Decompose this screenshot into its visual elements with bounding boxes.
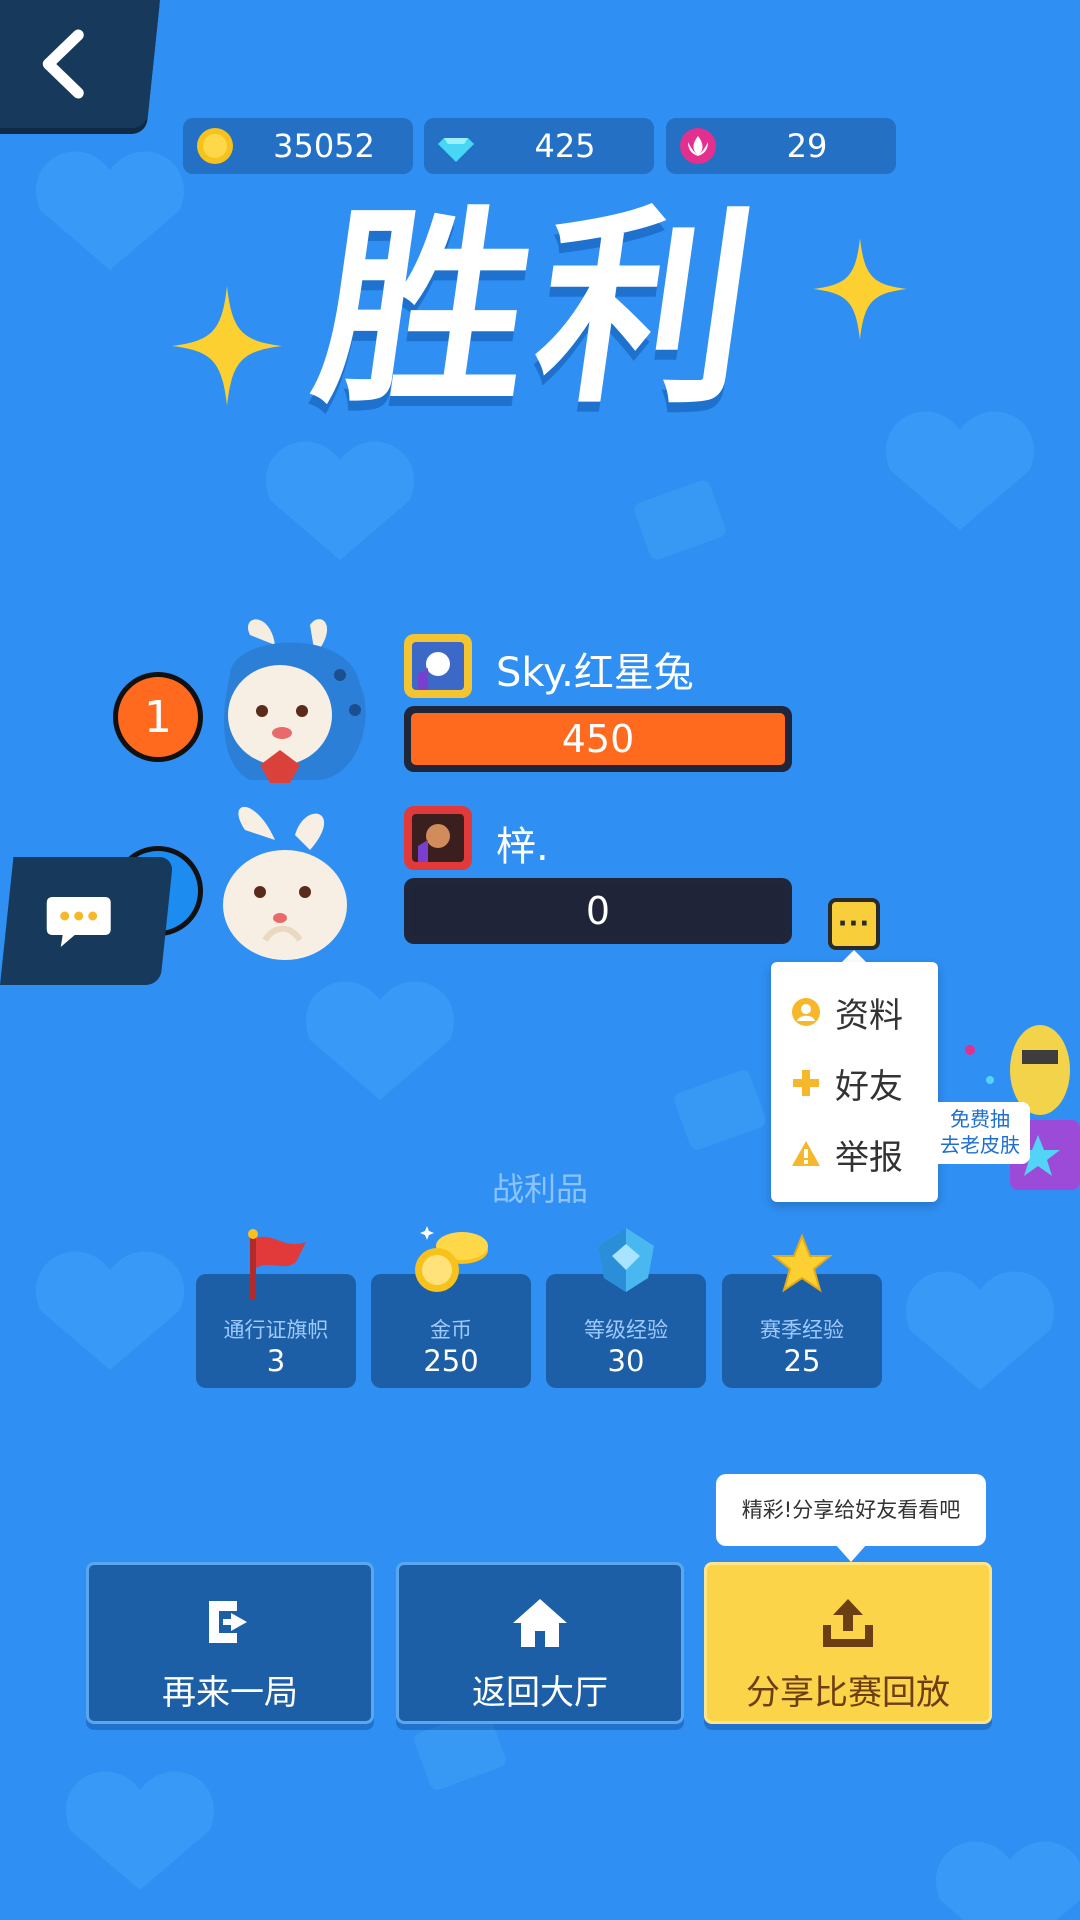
promo-line-1: 免费抽 [950, 1107, 1010, 1131]
player-1-name: Sky.红星兔 [496, 650, 694, 696]
loot-value: 3 [266, 1344, 286, 1378]
lotus-value: 29 [786, 127, 828, 165]
lotus-icon [680, 128, 716, 164]
play-again-label: 再来一局 [162, 1673, 298, 1713]
home-icon [513, 1599, 567, 1647]
player-2-badge-icon [404, 806, 472, 870]
chat-button[interactable] [0, 857, 174, 985]
menu-item-label: 好友 [835, 1066, 903, 1107]
gold-counter[interactable]: 35052 [183, 118, 413, 174]
rank-badge-1: 1 [113, 672, 203, 762]
free-skin-promo-label[interactable]: 免费抽 去老皮肤 [930, 1102, 1030, 1164]
menu-item-profile[interactable]: 资料 [791, 982, 931, 1042]
loot-item-season-exp: 赛季经验 25 [722, 1234, 882, 1388]
promo-line-2: 去老皮肤 [940, 1133, 1020, 1157]
share-replay-button[interactable]: 分享比赛回放 [704, 1562, 992, 1724]
loot-item-flag: 通行证旗帜 3 [196, 1229, 356, 1388]
chevron-left-icon [42, 29, 84, 99]
menu-item-friend[interactable]: 好友 [791, 1053, 931, 1113]
player-1-avatar[interactable] [210, 615, 380, 785]
replay-icon [209, 1601, 247, 1643]
player-more-button[interactable]: ··· [828, 898, 880, 950]
victory-title: 胜利 [302, 187, 778, 432]
loot-value: 30 [607, 1344, 645, 1378]
crystal-icon [598, 1228, 654, 1292]
player-1-badge-icon [404, 634, 472, 698]
star-icon [772, 1234, 832, 1293]
loot-title: 战利品 [491, 1170, 588, 1208]
share-tooltip: 精彩!分享给好友看看吧 [716, 1474, 986, 1546]
player-2-avatar[interactable] [215, 800, 365, 960]
lotus-counter[interactable]: 29 [666, 118, 896, 174]
return-lobby-button[interactable]: 返回大厅 [396, 1562, 684, 1724]
player-2-name: 梓. [496, 824, 549, 870]
back-button[interactable] [0, 0, 160, 128]
return-lobby-label: 返回大厅 [472, 1673, 608, 1713]
gold-value: 35052 [273, 127, 375, 165]
loot-item-coins: 金币 250 [371, 1226, 531, 1388]
share-icon [823, 1599, 873, 1647]
rank-number: 1 [144, 691, 172, 743]
loot-label: 赛季经验 [760, 1318, 844, 1342]
loot-label: 通行证旗帜 [223, 1318, 329, 1342]
player-2-score-bar: 0 [404, 878, 792, 944]
chat-bubble-icon [46, 897, 111, 947]
share-replay-label: 分享比赛回放 [746, 1673, 950, 1713]
loot-label: 金币 [430, 1318, 472, 1342]
player-1-score-bar: 450 [404, 706, 792, 772]
loot-value: 250 [423, 1344, 479, 1378]
gold-coin-icon [197, 128, 233, 164]
play-again-button[interactable]: 再来一局 [86, 1562, 374, 1724]
tooltip-arrow [835, 1544, 867, 1562]
flag-icon [248, 1229, 306, 1300]
loot-item-level-exp: 等级经验 30 [546, 1228, 706, 1388]
diamond-icon [438, 138, 474, 162]
diamond-value: 425 [534, 127, 596, 165]
profile-icon [792, 998, 820, 1026]
diamond-counter[interactable]: 425 [424, 118, 654, 174]
player-1-score: 450 [411, 713, 785, 765]
loot-value: 25 [783, 1344, 821, 1378]
coins-icon [415, 1226, 488, 1292]
player-2-score: 0 [411, 885, 785, 937]
menu-item-label: 资料 [835, 995, 903, 1036]
plus-icon [793, 1070, 819, 1096]
loot-label: 等级经验 [584, 1318, 668, 1342]
